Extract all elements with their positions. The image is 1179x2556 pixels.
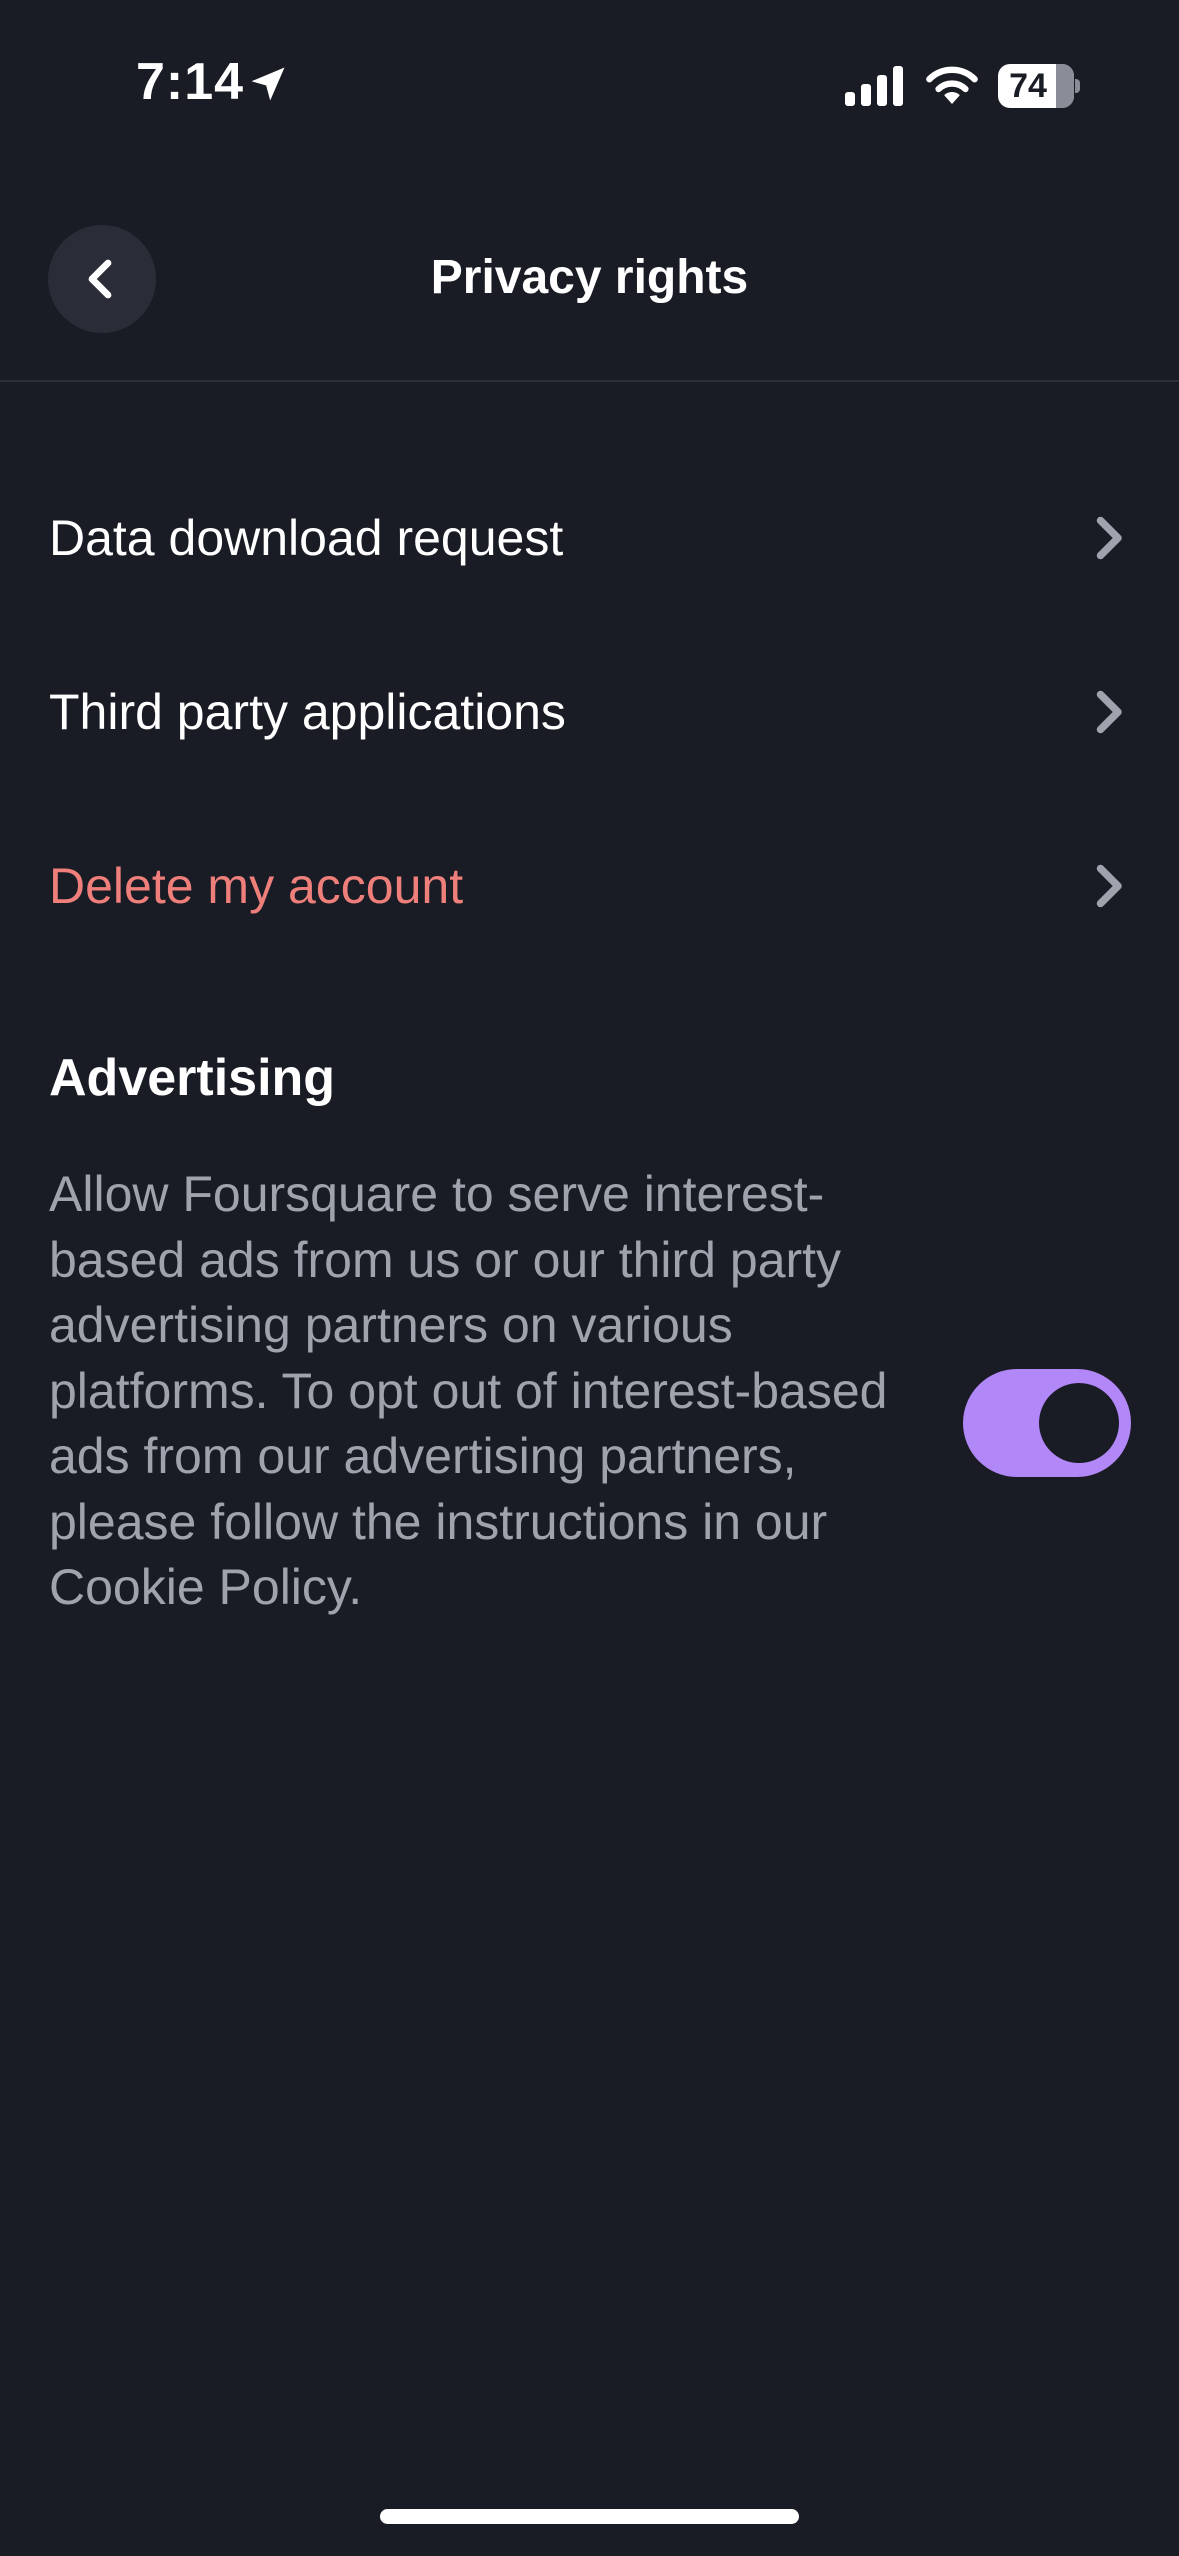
cellular-signal-icon [845, 66, 903, 106]
advertising-toggle[interactable] [963, 1369, 1131, 1477]
menu-item-delete-my-account[interactable]: Delete my account [0, 811, 1179, 961]
advertising-description: Allow Foursquare to serve interest-based… [49, 1166, 888, 1615]
chevron-right-icon [1096, 690, 1122, 734]
battery-empty-portion [1056, 64, 1074, 108]
status-time: 7:14 [136, 53, 245, 111]
chevron-right-icon [1096, 516, 1122, 560]
toggle-knob [1039, 1383, 1119, 1463]
battery-body: 74 [998, 64, 1074, 108]
chevron-right-icon [1096, 864, 1122, 908]
battery-level: 74 [1009, 67, 1047, 105]
status-bar: 7:14 74 [0, 0, 1179, 170]
location-arrow-icon [251, 67, 285, 101]
battery-cap [1075, 79, 1080, 93]
advertising-heading: Advertising [49, 1049, 336, 1107]
menu-item-third-party-applications[interactable]: Third party applications [0, 637, 1179, 787]
menu-item-label: Third party applications [49, 684, 566, 740]
wifi-icon [926, 66, 978, 104]
page-title: Privacy rights [430, 251, 749, 304]
header-divider [0, 380, 1179, 382]
menu-item-data-download-request[interactable]: Data download request [0, 463, 1179, 613]
home-indicator[interactable] [380, 2509, 799, 2524]
menu-item-label: Data download request [49, 510, 564, 566]
menu-item-label: Delete my account [49, 858, 464, 914]
battery-indicator: 74 [998, 64, 1080, 108]
